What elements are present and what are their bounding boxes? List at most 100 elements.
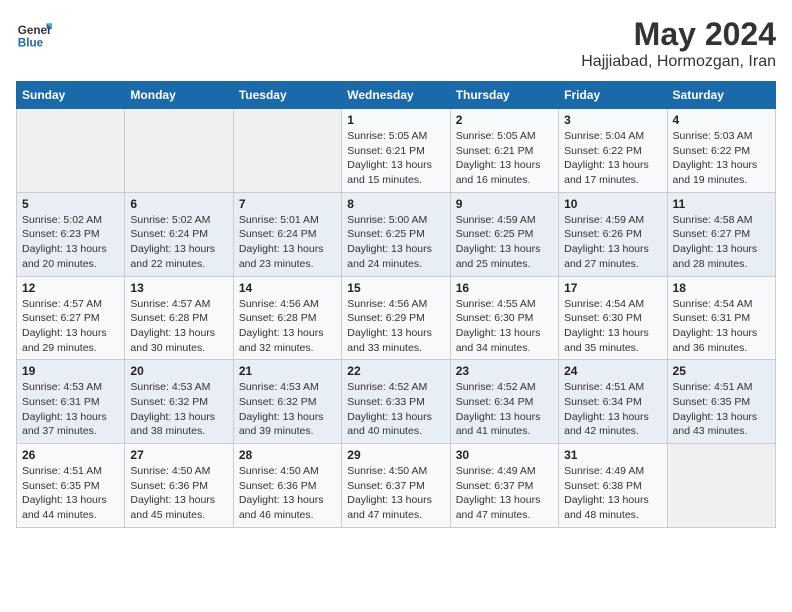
day-number: 24 <box>564 364 661 378</box>
title-block: May 2024 Hajjiabad, Hormozgan, Iran <box>581 16 776 71</box>
day-info: Sunrise: 4:52 AM Sunset: 6:34 PM Dayligh… <box>456 380 553 439</box>
day-info: Sunrise: 4:57 AM Sunset: 6:28 PM Dayligh… <box>130 297 227 356</box>
calendar-cell: 2Sunrise: 5:05 AM Sunset: 6:21 PM Daylig… <box>450 109 558 193</box>
day-info: Sunrise: 4:58 AM Sunset: 6:27 PM Dayligh… <box>673 213 770 272</box>
calendar-cell: 27 Sunrise: 4:50 AM Sunset: 6:36 PM Dayli… <box>125 444 233 528</box>
day-number: 12 <box>22 281 119 295</box>
calendar-cell: 18 Sunrise: 4:54 AM Sunset: 6:31 PM Dayli… <box>667 276 775 360</box>
calendar-cell: 7 Sunrise: 5:01 AM Sunset: 6:24 PM Daylig… <box>233 192 341 276</box>
day-number: 11 <box>673 197 770 211</box>
day-number: 27 <box>130 448 227 462</box>
day-info: Sunrise: 4:50 AM Sunset: 6:36 PM Dayligh… <box>130 464 227 523</box>
week-row-2: 5Sunrise: 5:02 AM Sunset: 6:23 PM Daylig… <box>17 192 776 276</box>
week-row-4: 19 Sunrise: 4:53 AM Sunset: 6:31 PM Dayli… <box>17 360 776 444</box>
calendar-cell: 6 Sunrise: 5:02 AM Sunset: 6:24 PM Daylig… <box>125 192 233 276</box>
page-subtitle: Hajjiabad, Hormozgan, Iran <box>581 53 776 71</box>
day-info: Sunrise: 4:54 AM Sunset: 6:30 PM Dayligh… <box>564 297 661 356</box>
calendar-cell <box>17 109 125 193</box>
calendar-cell: 9 Sunrise: 4:59 AM Sunset: 6:25 PM Daylig… <box>450 192 558 276</box>
calendar-cell: 23Sunrise: 4:52 AM Sunset: 6:34 PM Dayli… <box>450 360 558 444</box>
day-info: Sunrise: 4:53 AM Sunset: 6:31 PM Dayligh… <box>22 380 119 439</box>
calendar-body: 1 Sunrise: 5:05 AM Sunset: 6:21 PM Daylig… <box>17 109 776 528</box>
day-info: Sunrise: 4:57 AM Sunset: 6:27 PM Dayligh… <box>22 297 119 356</box>
day-number: 3 <box>564 113 661 127</box>
day-number: 22 <box>347 364 444 378</box>
day-number: 16 <box>456 281 553 295</box>
page-title: May 2024 <box>581 16 776 53</box>
day-number: 30 <box>456 448 553 462</box>
calendar-cell: 26 Sunrise: 4:51 AM Sunset: 6:35 PM Dayli… <box>17 444 125 528</box>
day-number: 2 <box>456 113 553 127</box>
day-info: Sunrise: 5:01 AM Sunset: 6:24 PM Dayligh… <box>239 213 336 272</box>
logo-icon: General Blue <box>16 16 52 52</box>
calendar-cell <box>233 109 341 193</box>
day-header-wednesday: Wednesday <box>342 82 450 109</box>
day-info: Sunrise: 5:02 AM Sunset: 6:23 PM Dayligh… <box>22 213 119 272</box>
day-number: 15 <box>347 281 444 295</box>
day-number: 17 <box>564 281 661 295</box>
calendar-cell <box>125 109 233 193</box>
day-info: Sunrise: 4:56 AM Sunset: 6:29 PM Dayligh… <box>347 297 444 356</box>
day-number: 9 <box>456 197 553 211</box>
day-info: Sunrise: 5:02 AM Sunset: 6:24 PM Dayligh… <box>130 213 227 272</box>
page-header: General Blue May 2024 Hajjiabad, Hormozg… <box>16 16 776 71</box>
calendar-cell: 28Sunrise: 4:50 AM Sunset: 6:36 PM Dayli… <box>233 444 341 528</box>
day-info: Sunrise: 4:59 AM Sunset: 6:25 PM Dayligh… <box>456 213 553 272</box>
calendar-cell: 1 Sunrise: 5:05 AM Sunset: 6:21 PM Daylig… <box>342 109 450 193</box>
calendar-cell: 25Sunrise: 4:51 AM Sunset: 6:35 PM Dayli… <box>667 360 775 444</box>
day-info: Sunrise: 4:50 AM Sunset: 6:36 PM Dayligh… <box>239 464 336 523</box>
calendar-cell: 31Sunrise: 4:49 AM Sunset: 6:38 PM Dayli… <box>559 444 667 528</box>
day-number: 6 <box>130 197 227 211</box>
day-info: Sunrise: 4:51 AM Sunset: 6:35 PM Dayligh… <box>22 464 119 523</box>
calendar-cell: 11 Sunrise: 4:58 AM Sunset: 6:27 PM Dayli… <box>667 192 775 276</box>
calendar-cell: 19 Sunrise: 4:53 AM Sunset: 6:31 PM Dayli… <box>17 360 125 444</box>
day-info: Sunrise: 4:52 AM Sunset: 6:33 PM Dayligh… <box>347 380 444 439</box>
day-number: 10 <box>564 197 661 211</box>
calendar-cell: 30 Sunrise: 4:49 AM Sunset: 6:37 PM Dayli… <box>450 444 558 528</box>
calendar-cell: 15 Sunrise: 4:56 AM Sunset: 6:29 PM Dayli… <box>342 276 450 360</box>
calendar-cell: 14 Sunrise: 4:56 AM Sunset: 6:28 PM Dayli… <box>233 276 341 360</box>
calendar-cell: 3Sunrise: 5:04 AM Sunset: 6:22 PM Daylig… <box>559 109 667 193</box>
calendar-cell: 24 Sunrise: 4:51 AM Sunset: 6:34 PM Dayli… <box>559 360 667 444</box>
day-info: Sunrise: 4:49 AM Sunset: 6:37 PM Dayligh… <box>456 464 553 523</box>
day-header-thursday: Thursday <box>450 82 558 109</box>
week-row-3: 12 Sunrise: 4:57 AM Sunset: 6:27 PM Dayli… <box>17 276 776 360</box>
day-number: 21 <box>239 364 336 378</box>
day-info: Sunrise: 4:53 AM Sunset: 6:32 PM Dayligh… <box>239 380 336 439</box>
day-info: Sunrise: 5:03 AM Sunset: 6:22 PM Dayligh… <box>673 129 770 188</box>
calendar-cell: 12 Sunrise: 4:57 AM Sunset: 6:27 PM Dayli… <box>17 276 125 360</box>
day-info: Sunrise: 4:55 AM Sunset: 6:30 PM Dayligh… <box>456 297 553 356</box>
day-number: 29 <box>347 448 444 462</box>
calendar-cell <box>667 444 775 528</box>
day-info: Sunrise: 5:05 AM Sunset: 6:21 PM Dayligh… <box>347 129 444 188</box>
day-header-monday: Monday <box>125 82 233 109</box>
calendar-cell: 4 Sunrise: 5:03 AM Sunset: 6:22 PM Daylig… <box>667 109 775 193</box>
day-number: 4 <box>673 113 770 127</box>
calendar-cell: 10Sunrise: 4:59 AM Sunset: 6:26 PM Dayli… <box>559 192 667 276</box>
day-info: Sunrise: 4:56 AM Sunset: 6:28 PM Dayligh… <box>239 297 336 356</box>
day-number: 1 <box>347 113 444 127</box>
week-row-1: 1 Sunrise: 5:05 AM Sunset: 6:21 PM Daylig… <box>17 109 776 193</box>
calendar-cell: 29 Sunrise: 4:50 AM Sunset: 6:37 PM Dayli… <box>342 444 450 528</box>
day-info: Sunrise: 4:53 AM Sunset: 6:32 PM Dayligh… <box>130 380 227 439</box>
day-info: Sunrise: 4:51 AM Sunset: 6:34 PM Dayligh… <box>564 380 661 439</box>
day-number: 18 <box>673 281 770 295</box>
day-number: 14 <box>239 281 336 295</box>
day-number: 26 <box>22 448 119 462</box>
calendar-cell: 16 Sunrise: 4:55 AM Sunset: 6:30 PM Dayli… <box>450 276 558 360</box>
calendar-cell: 5Sunrise: 5:02 AM Sunset: 6:23 PM Daylig… <box>17 192 125 276</box>
day-number: 25 <box>673 364 770 378</box>
day-number: 7 <box>239 197 336 211</box>
logo: General Blue <box>16 16 52 52</box>
day-info: Sunrise: 4:54 AM Sunset: 6:31 PM Dayligh… <box>673 297 770 356</box>
day-number: 31 <box>564 448 661 462</box>
day-info: Sunrise: 4:50 AM Sunset: 6:37 PM Dayligh… <box>347 464 444 523</box>
day-number: 19 <box>22 364 119 378</box>
day-info: Sunrise: 5:00 AM Sunset: 6:25 PM Dayligh… <box>347 213 444 272</box>
day-number: 20 <box>130 364 227 378</box>
day-header-tuesday: Tuesday <box>233 82 341 109</box>
calendar-cell: 8Sunrise: 5:00 AM Sunset: 6:25 PM Daylig… <box>342 192 450 276</box>
calendar-table: SundayMondayTuesdayWednesdayThursdayFrid… <box>16 81 776 528</box>
calendar-cell: 17 Sunrise: 4:54 AM Sunset: 6:30 PM Dayli… <box>559 276 667 360</box>
svg-text:Blue: Blue <box>18 37 44 50</box>
